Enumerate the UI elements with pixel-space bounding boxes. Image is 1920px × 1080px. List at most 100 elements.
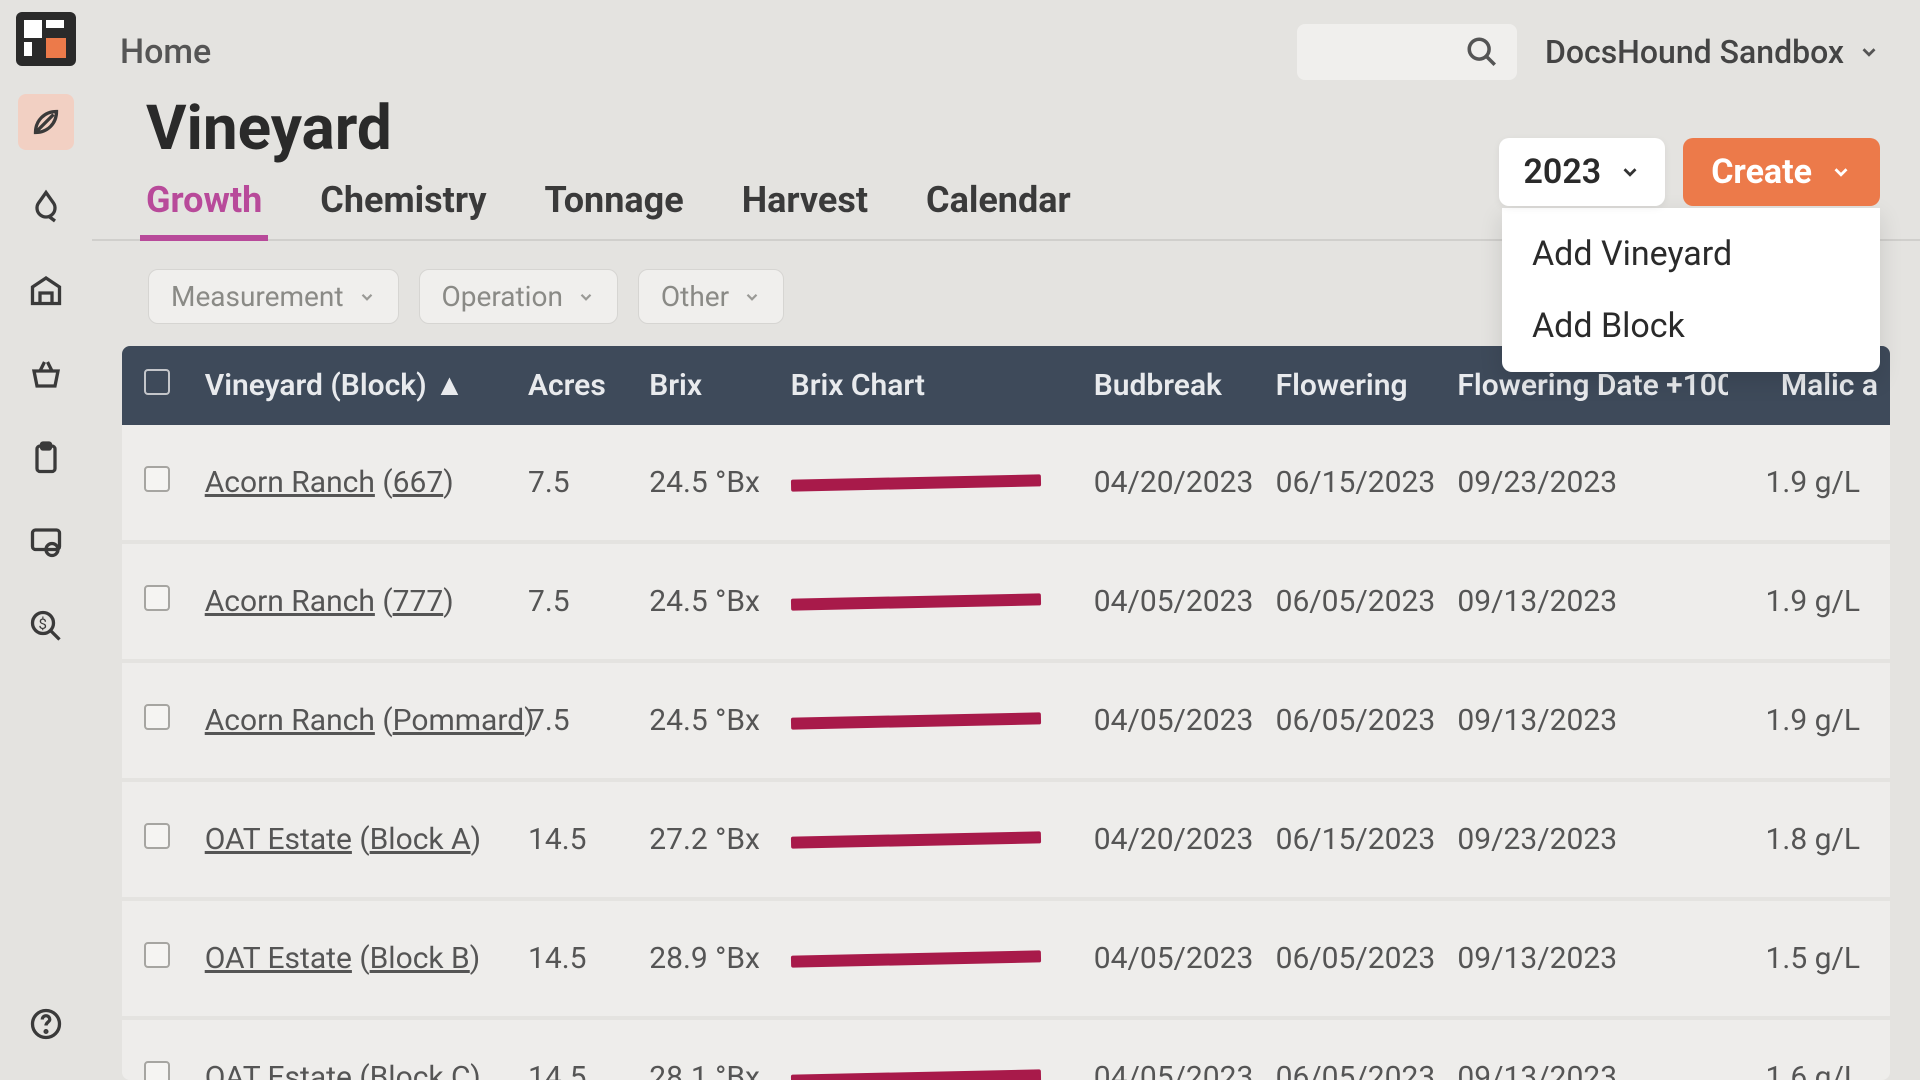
chevron-down-icon — [1858, 41, 1880, 63]
table-row: OAT Estate (Block C)14.528.1 °Bx 04/05/20… — [122, 1018, 1890, 1080]
chevron-down-icon — [358, 288, 376, 306]
year-value: 2023 — [1523, 152, 1601, 192]
cell-acres: 14.5 — [516, 780, 637, 899]
warehouse-icon — [28, 272, 64, 308]
cell-vineyard-block[interactable]: OAT Estate (Block B) — [193, 899, 516, 1018]
cell-budbreak: 04/20/2023 — [1082, 780, 1264, 899]
row-checkbox[interactable] — [122, 899, 193, 1018]
header-brix[interactable]: Brix — [637, 346, 778, 425]
table-row: Acorn Ranch (777)7.524.5 °Bx04/05/202306… — [122, 542, 1890, 661]
cell-malic: 1.9 g/L — [1728, 542, 1890, 661]
header-flowering[interactable]: Flowering — [1264, 346, 1446, 425]
cell-flowering: 06/15/2023 — [1264, 425, 1446, 542]
row-checkbox[interactable] — [122, 661, 193, 780]
cell-flowering: 06/05/2023 — [1264, 661, 1446, 780]
leaf-icon — [28, 104, 64, 140]
cell-fd100: 09/13/2023 — [1445, 542, 1728, 661]
tab-chemistry[interactable]: Chemistry — [314, 173, 492, 239]
page-controls: 2023 Create — [1499, 138, 1880, 206]
filter-measurement[interactable]: Measurement — [148, 269, 399, 324]
cell-malic: 1.8 g/L — [1728, 780, 1890, 899]
header-acres[interactable]: Acres — [516, 346, 637, 425]
row-checkbox[interactable] — [122, 425, 193, 542]
cell-flowering: 06/15/2023 — [1264, 780, 1446, 899]
header-budbreak[interactable]: Budbreak — [1082, 346, 1264, 425]
chevron-down-icon — [743, 288, 761, 306]
cell-brix: 24.5 °Bx — [637, 542, 778, 661]
search-input[interactable] — [1297, 24, 1517, 80]
row-checkbox[interactable] — [122, 780, 193, 899]
chevron-down-icon — [1830, 161, 1852, 183]
sidebar-item-warehouse[interactable] — [18, 262, 74, 318]
main-content: Home DocsHound Sandbox Vineyard Growth C… — [92, 0, 1920, 1080]
cell-budbreak: 04/05/2023 — [1082, 899, 1264, 1018]
cell-budbreak: 04/05/2023 — [1082, 661, 1264, 780]
create-button[interactable]: Create — [1683, 138, 1880, 206]
sidebar-item-money[interactable]: $ — [18, 598, 74, 654]
cell-malic: 1.6 g/L — [1728, 1018, 1890, 1080]
header-brix-chart[interactable]: Brix Chart — [779, 346, 1082, 425]
topbar: Home DocsHound Sandbox — [92, 0, 1920, 80]
filter-other[interactable]: Other — [638, 269, 784, 324]
breadcrumb[interactable]: Home — [120, 32, 211, 72]
cell-vineyard-block[interactable]: Acorn Ranch (777) — [193, 542, 516, 661]
sidebar-item-cert[interactable] — [18, 514, 74, 570]
row-checkbox[interactable] — [122, 542, 193, 661]
cell-malic: 1.9 g/L — [1728, 425, 1890, 542]
cell-brix-chart — [779, 542, 1082, 661]
cell-fd100: 09/13/2023 — [1445, 661, 1728, 780]
app-logo[interactable] — [16, 12, 76, 66]
basket-icon — [28, 356, 64, 392]
cell-brix-chart — [779, 1018, 1082, 1080]
cell-acres: 14.5 — [516, 899, 637, 1018]
header-select-all[interactable] — [122, 346, 193, 425]
workspace-switcher[interactable]: DocsHound Sandbox — [1545, 33, 1880, 71]
clipboard-icon — [28, 440, 64, 476]
svg-text:$: $ — [39, 615, 47, 633]
cell-acres: 7.5 — [516, 661, 637, 780]
certificate-icon — [28, 524, 64, 560]
table-row: OAT Estate (Block B)14.528.9 °Bx04/05/20… — [122, 899, 1890, 1018]
cell-brix: 24.5 °Bx — [637, 661, 778, 780]
table-row: Acorn Ranch (Pommard)7.524.5 °Bx 04/05/20… — [122, 661, 1890, 780]
cell-budbreak: 04/05/2023 — [1082, 1018, 1264, 1080]
cell-brix-chart — [779, 661, 1082, 780]
create-menu: Add Vineyard Add Block — [1502, 208, 1880, 372]
menu-add-block[interactable]: Add Block — [1502, 290, 1880, 362]
cell-brix: 27.2 °Bx — [637, 780, 778, 899]
filter-operation[interactable]: Operation — [419, 269, 618, 324]
menu-add-vineyard[interactable]: Add Vineyard — [1502, 218, 1880, 290]
cell-flowering: 06/05/2023 — [1264, 542, 1446, 661]
year-select[interactable]: 2023 — [1499, 138, 1665, 206]
cell-vineyard-block[interactable]: Acorn Ranch (Pommard) — [193, 661, 516, 780]
cell-acres: 7.5 — [516, 425, 637, 542]
tab-calendar[interactable]: Calendar — [920, 173, 1077, 239]
create-label: Create — [1711, 152, 1812, 192]
money-search-icon: $ — [28, 608, 64, 644]
tab-growth[interactable]: Growth — [140, 173, 268, 241]
cell-vineyard-block[interactable]: OAT Estate (Block C) — [193, 1018, 516, 1080]
sidebar-item-vineyard[interactable] — [18, 94, 74, 150]
tab-tonnage[interactable]: Tonnage — [538, 173, 689, 239]
chevron-down-icon — [1619, 161, 1641, 183]
sidebar-item-basket[interactable] — [18, 346, 74, 402]
cell-vineyard-block[interactable]: OAT Estate (Block A) — [193, 780, 516, 899]
cell-malic: 1.5 g/L — [1728, 899, 1890, 1018]
cell-fd100: 09/13/2023 — [1445, 1018, 1728, 1080]
cell-acres: 7.5 — [516, 542, 637, 661]
sidebar-item-clipboard[interactable] — [18, 430, 74, 486]
sidebar-item-water[interactable] — [18, 178, 74, 234]
tab-harvest[interactable]: Harvest — [736, 173, 874, 239]
header-vineyard-block[interactable]: Vineyard (Block)▲ — [193, 346, 516, 425]
cell-vineyard-block[interactable]: Acorn Ranch (667) — [193, 425, 516, 542]
search-icon — [1465, 35, 1499, 69]
cell-brix: 28.1 °Bx — [637, 1018, 778, 1080]
cell-fd100: 09/23/2023 — [1445, 780, 1728, 899]
sidebar-item-help[interactable] — [18, 996, 74, 1052]
cell-flowering: 06/05/2023 — [1264, 899, 1446, 1018]
cell-malic: 1.9 g/L — [1728, 661, 1890, 780]
cell-fd100: 09/23/2023 — [1445, 425, 1728, 542]
workspace-name: DocsHound Sandbox — [1545, 33, 1844, 71]
row-checkbox[interactable] — [122, 1018, 193, 1080]
cell-acres: 14.5 — [516, 1018, 637, 1080]
